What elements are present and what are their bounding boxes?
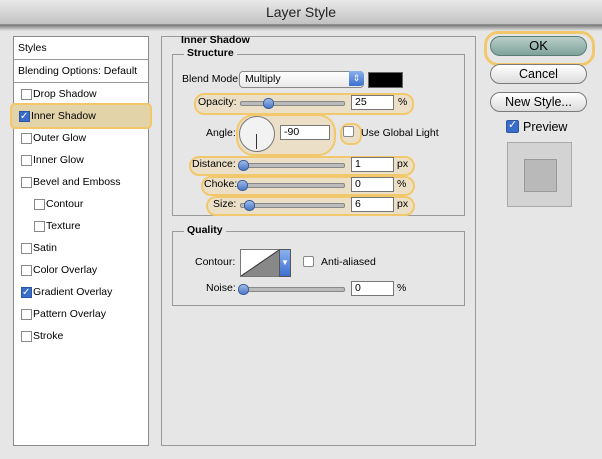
distance-input[interactable]: 1 xyxy=(351,157,394,172)
distance-label: Distance: xyxy=(192,158,236,170)
window-title: Layer Style xyxy=(265,4,337,20)
noise-label: Noise: xyxy=(206,282,236,294)
choke-input[interactable]: 0 xyxy=(351,177,394,192)
style-item-label: Gradient Overlay xyxy=(33,286,113,298)
title-bar: Layer Style xyxy=(0,0,602,25)
cancel-button[interactable]: Cancel xyxy=(490,64,587,84)
contour-curve-icon xyxy=(241,250,279,276)
anti-aliased-checkbox[interactable] xyxy=(303,256,314,267)
style-item-label: Pattern Overlay xyxy=(33,308,106,320)
blend-mode-label: Blend Mode: xyxy=(182,73,241,85)
choke-slider[interactable] xyxy=(240,183,345,188)
style-checkbox[interactable] xyxy=(34,221,45,232)
size-slider[interactable] xyxy=(240,203,345,208)
ok-button[interactable]: OK xyxy=(490,36,587,56)
angle-input[interactable]: -90 xyxy=(280,125,330,140)
size-input[interactable]: 6 xyxy=(351,197,394,212)
structure-legend: Structure xyxy=(184,47,237,59)
style-item-label: Drop Shadow xyxy=(33,88,97,100)
style-checkbox[interactable] xyxy=(21,309,32,320)
choke-label: Choke: xyxy=(204,178,238,190)
style-checkbox[interactable] xyxy=(21,177,32,188)
contour-label: Contour: xyxy=(195,256,236,268)
quality-legend: Quality xyxy=(184,224,226,236)
style-item-bevel-and-emboss[interactable]: Bevel and Emboss xyxy=(14,171,148,193)
distance-slider[interactable] xyxy=(240,163,345,168)
style-preview xyxy=(507,142,572,207)
style-item-label: Inner Shadow xyxy=(31,110,96,122)
style-item-label: Satin xyxy=(33,242,57,254)
contour-picker[interactable] xyxy=(240,249,280,277)
angle-hand xyxy=(256,134,257,149)
opacity-unit: % xyxy=(398,96,408,108)
style-checkbox[interactable] xyxy=(21,243,32,254)
style-item-satin[interactable]: Satin xyxy=(14,237,148,259)
style-item-label: Outer Glow xyxy=(33,132,87,144)
noise-slider[interactable] xyxy=(240,287,345,292)
style-item-inner-glow[interactable]: Inner Glow xyxy=(14,149,148,171)
panel-title: Inner Shadow xyxy=(181,34,250,46)
angle-label: Angle: xyxy=(206,127,236,139)
styles-list: Styles Blending Options: Default Drop Sh… xyxy=(12,36,150,446)
use-global-light-checkbox[interactable] xyxy=(343,126,354,137)
chevron-updown-icon: ⇕ xyxy=(349,71,364,86)
noise-input[interactable]: 0 xyxy=(351,281,394,296)
blend-mode-value: Multiply xyxy=(245,73,281,85)
distance-slider-thumb[interactable] xyxy=(238,160,249,171)
style-item-gradient-overlay[interactable]: Gradient Overlay xyxy=(14,281,148,304)
style-item-inner-shadow[interactable]: Inner Shadow xyxy=(12,105,150,128)
style-item-label: Texture xyxy=(46,220,81,232)
layer-style-dialog: Layer Style Styles Blending Options: Def… xyxy=(0,0,602,459)
anti-aliased-label: Anti-aliased xyxy=(321,256,376,268)
size-label: Size: xyxy=(213,198,237,210)
style-item-drop-shadow[interactable]: Drop Shadow xyxy=(14,83,148,105)
style-item-texture[interactable]: Texture xyxy=(14,215,148,237)
style-checkbox[interactable] xyxy=(21,331,32,342)
opacity-label: Opacity: xyxy=(198,96,237,108)
structure-group: Structure Blend Mode: Multiply ⇕ Opacity… xyxy=(172,47,465,216)
quality-group: Quality Contour: ▼ Anti-aliased Noise: 0… xyxy=(172,224,465,306)
opacity-slider-thumb[interactable] xyxy=(263,98,274,109)
style-item-contour[interactable]: Contour xyxy=(14,193,148,215)
style-item-outer-glow[interactable]: Outer Glow xyxy=(14,127,148,149)
opacity-slider[interactable] xyxy=(240,101,345,106)
opacity-input[interactable]: 25 xyxy=(351,95,394,110)
style-checkbox[interactable] xyxy=(21,133,32,144)
style-item-pattern-overlay[interactable]: Pattern Overlay xyxy=(14,303,148,325)
noise-slider-thumb[interactable] xyxy=(238,284,249,295)
style-checkbox[interactable] xyxy=(21,265,32,276)
blending-options-item[interactable]: Blending Options: Default xyxy=(14,60,148,83)
style-checkbox[interactable] xyxy=(21,282,32,304)
choke-unit: % xyxy=(397,178,407,190)
distance-unit: px xyxy=(397,158,409,170)
preview-label: Preview xyxy=(523,120,568,134)
new-style-button[interactable]: New Style... xyxy=(490,92,587,112)
style-item-stroke[interactable]: Stroke xyxy=(14,325,148,347)
style-checkbox[interactable] xyxy=(21,89,32,100)
style-item-label: Bevel and Emboss xyxy=(33,176,121,188)
use-global-light-label: Use Global Light xyxy=(361,127,439,139)
style-preview-swatch xyxy=(524,159,557,192)
style-checkbox[interactable] xyxy=(19,106,30,128)
noise-unit: % xyxy=(397,282,407,294)
inner-shadow-panel: Inner Shadow Structure Blend Mode: Multi… xyxy=(161,34,476,446)
style-checkbox[interactable] xyxy=(34,199,45,210)
style-item-label: Contour xyxy=(46,198,84,210)
style-item-color-overlay[interactable]: Color Overlay xyxy=(14,259,148,281)
style-item-label: Inner Glow xyxy=(33,154,84,166)
style-checkbox[interactable] xyxy=(21,155,32,166)
styles-header[interactable]: Styles xyxy=(14,37,148,60)
style-item-label: Color Overlay xyxy=(33,264,98,276)
angle-dial[interactable] xyxy=(239,116,275,152)
preview-checkbox[interactable] xyxy=(506,118,519,133)
blend-mode-select[interactable]: Multiply ⇕ xyxy=(239,71,364,88)
size-unit: px xyxy=(397,198,409,210)
size-slider-thumb[interactable] xyxy=(244,200,255,211)
style-item-label: Stroke xyxy=(33,330,64,342)
choke-slider-thumb[interactable] xyxy=(237,180,248,191)
chevron-down-icon[interactable]: ▼ xyxy=(279,249,291,277)
shadow-color-swatch[interactable] xyxy=(368,72,403,88)
